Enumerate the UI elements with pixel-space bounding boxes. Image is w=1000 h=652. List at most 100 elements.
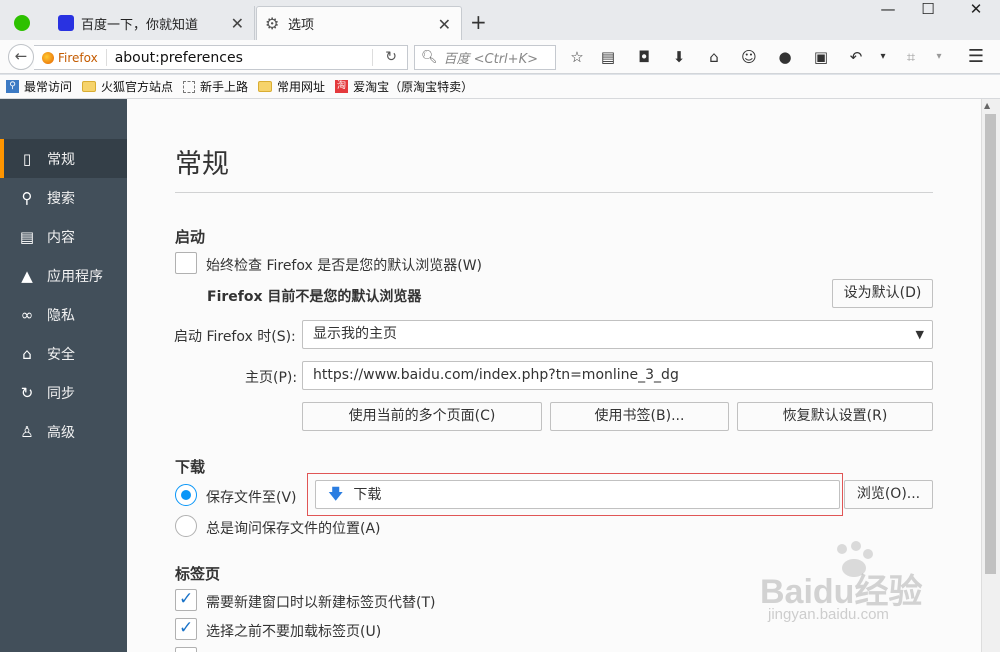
bookmark-common-sites[interactable]: 常用网址	[258, 78, 325, 95]
baidu-paw-icon	[58, 15, 74, 31]
chevron-down-icon[interactable]: ▾	[872, 46, 894, 68]
sidebar-item-security[interactable]: ⌂ 安全	[0, 334, 127, 373]
url-text[interactable]: about:preferences	[115, 50, 243, 66]
homepage-label: 主页(P):	[245, 370, 298, 386]
gift-icon[interactable]: ▣	[810, 46, 832, 68]
arrow-left-icon: ←	[14, 47, 28, 65]
bookmark-label: 爱淘宝（原淘宝特卖）	[353, 80, 474, 94]
url-bar[interactable]: Firefox about:preferences ↻	[34, 45, 408, 70]
close-window-button[interactable]: ✕	[956, 0, 996, 22]
use-bookmark-button[interactable]: 使用书签(B)...	[550, 402, 729, 431]
chevron-down-icon: ▼	[915, 328, 924, 341]
sidebar-item-label: 高级	[47, 424, 75, 441]
startup-select[interactable]: 显示我的主页 ▼	[302, 320, 933, 349]
dont-load-tabs-label: 选择之前不要加载标签页(U)	[206, 624, 382, 640]
content-icon: ▤	[19, 227, 35, 246]
advanced-icon: ♙	[20, 422, 34, 441]
new-tab-button[interactable]: +	[470, 10, 487, 34]
tab-label: 选项	[288, 18, 315, 33]
minimize-button[interactable]: —	[868, 0, 908, 22]
bookmark-most-visited[interactable]: ⚲ 最常访问	[6, 78, 72, 95]
back-button[interactable]: ←	[8, 44, 34, 70]
search-input[interactable]: 🔍︎ 百度 <Ctrl+K>	[414, 45, 556, 70]
tab-baidu[interactable]: 百度一下，你就知道 ✕	[50, 6, 255, 40]
divider	[372, 49, 373, 66]
tab-option-checkbox[interactable]	[175, 647, 197, 652]
most-visited-icon: ⚲	[6, 80, 19, 93]
bookmark-getting-started[interactable]: 新手上路	[183, 78, 248, 95]
close-tab-icon[interactable]: ✕	[438, 15, 451, 34]
firefox-logo-icon	[42, 51, 54, 64]
applications-icon: ▲	[21, 266, 33, 285]
chevron-down-icon[interactable]: ▾	[928, 46, 950, 68]
download-arrow-icon[interactable]: ⬇	[668, 46, 690, 68]
maximize-button[interactable]: ☐	[908, 0, 948, 22]
save-to-label: 保存文件至(V)	[206, 490, 297, 506]
wechat-icon	[14, 15, 30, 31]
bookmark-star-icon[interactable]: ☆	[566, 46, 588, 68]
new-window-as-tab-label: 需要新建窗口时以新建标签页代替(T)	[206, 595, 436, 611]
undo-icon[interactable]: ↶	[845, 46, 867, 68]
save-to-radio[interactable]	[175, 484, 197, 506]
bookmarks-toolbar: ⚲ 最常访问 火狐官方站点 新手上路 常用网址 淘爱淘宝（原淘宝特卖）	[0, 75, 1000, 99]
reading-list-icon[interactable]: ▤	[597, 46, 619, 68]
reload-icon[interactable]: ↻	[385, 49, 397, 65]
set-default-button[interactable]: 设为默认(D)	[832, 279, 933, 308]
tab-pinned-wechat[interactable]	[14, 6, 48, 40]
dont-load-tabs-checkbox[interactable]	[175, 618, 197, 640]
sidebar-item-label: 隐私	[47, 307, 75, 324]
startup-select-value: 显示我的主页	[313, 326, 397, 342]
tab-label: 百度一下，你就知道	[81, 17, 199, 33]
navigation-toolbar: ← Firefox about:preferences ↻ 🔍︎ 百度 <Ctr…	[0, 40, 1000, 93]
sidebar-item-label: 常规	[47, 151, 75, 168]
scroll-up-icon[interactable]: ▲	[984, 101, 990, 110]
browse-button[interactable]: 浏览(O)...	[844, 480, 933, 509]
folder-icon	[258, 81, 273, 92]
crop-icon[interactable]: ⌗	[900, 46, 922, 68]
close-tab-icon[interactable]: ✕	[231, 14, 244, 33]
sidebar-item-label: 安全	[47, 346, 75, 363]
always-ask-label: 总是询问保存文件的位置(A)	[206, 521, 381, 537]
tab-options[interactable]: ⚙ 选项 ✕	[256, 6, 462, 40]
sidebar-item-search[interactable]: ⚲ 搜索	[0, 178, 127, 217]
sidebar-item-applications[interactable]: ▲ 应用程序	[0, 256, 127, 295]
comment-icon[interactable]: ●	[774, 46, 796, 68]
search-icon: 🔍︎	[421, 50, 438, 65]
divider	[175, 192, 933, 193]
new-window-as-tab-checkbox[interactable]	[175, 589, 197, 611]
bookmark-label: 常用网址	[277, 80, 326, 94]
sidebar-item-privacy[interactable]: ∞ 隐私	[0, 295, 127, 334]
title-bar: 百度一下，你就知道 ✕ ⚙ 选项 ✕ + — ☐ ✕	[0, 0, 1000, 40]
sidebar-item-sync[interactable]: ↻ 同步	[0, 373, 127, 412]
page-title: 常规	[175, 149, 229, 180]
sidebar-item-content[interactable]: ▤ 内容	[0, 217, 127, 256]
preferences-sidebar: ▯ 常规 ⚲ 搜索 ▤ 内容 ▲ 应用程序 ∞ 隐私 ⌂ 安全 ↻ 同步 ♙ 高…	[0, 99, 127, 652]
identity-box[interactable]: Firefox	[34, 49, 107, 66]
startup-heading: 启动	[175, 228, 206, 246]
folder-icon	[82, 81, 97, 92]
sidebar-item-label: 应用程序	[47, 268, 103, 285]
privacy-mask-icon: ∞	[20, 305, 34, 324]
always-ask-radio[interactable]	[175, 515, 197, 537]
menu-hamburger-icon[interactable]: ☰	[965, 46, 987, 68]
bookmark-firefox-official[interactable]: 火狐官方站点	[82, 78, 173, 95]
page-icon	[183, 80, 196, 93]
pocket-icon[interactable]: ◘	[633, 46, 655, 68]
default-browser-checkbox[interactable]	[175, 252, 197, 274]
sidebar-item-advanced[interactable]: ♙ 高级	[0, 412, 127, 451]
taobao-icon: 淘	[335, 80, 349, 93]
highlight-box	[307, 473, 843, 516]
home-icon[interactable]: ⌂	[703, 46, 725, 68]
homepage-input[interactable]: https://www.baidu.com/index.php?tn=monli…	[302, 361, 933, 390]
bookmark-aitaobao[interactable]: 淘爱淘宝（原淘宝特卖）	[335, 78, 473, 95]
scrollbar-thumb[interactable]	[985, 114, 996, 574]
use-current-pages-button[interactable]: 使用当前的多个页面(C)	[302, 402, 542, 431]
restore-default-button[interactable]: 恢复默认设置(R)	[737, 402, 933, 431]
chat-icon[interactable]: ☺	[738, 46, 760, 68]
sync-icon: ↻	[20, 383, 34, 402]
sidebar-item-label: 内容	[47, 229, 75, 246]
sidebar-item-label: 同步	[47, 385, 75, 402]
bookmark-label: 火狐官方站点	[101, 80, 174, 94]
sidebar-item-general[interactable]: ▯ 常规	[0, 139, 127, 178]
bookmark-label: 新手上路	[200, 80, 249, 94]
